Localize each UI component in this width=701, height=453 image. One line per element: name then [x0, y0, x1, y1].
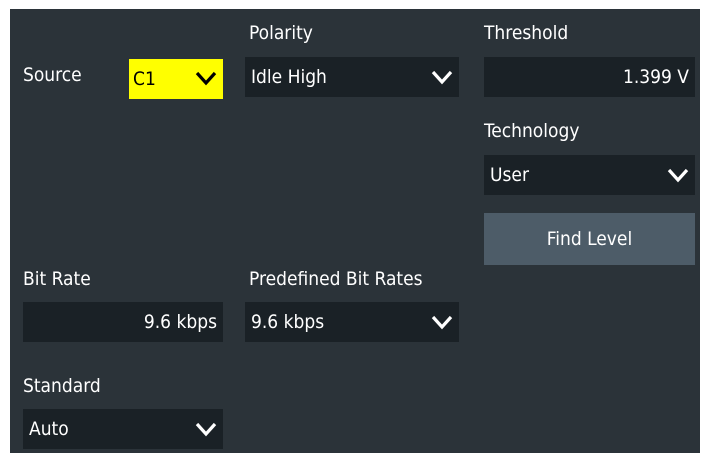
- bit-rate-value: 9.6 kbps: [143, 311, 217, 333]
- chevron-down-icon: [195, 69, 217, 87]
- threshold-label: Threshold: [484, 22, 569, 44]
- technology-value: User: [490, 164, 529, 186]
- technology-select[interactable]: User: [484, 155, 695, 195]
- bit-rate-label: Bit Rate: [23, 268, 91, 290]
- chevron-down-icon: [667, 166, 689, 184]
- predefined-bit-rates-value: 9.6 kbps: [251, 311, 325, 333]
- predefined-bit-rates-label: Predefined Bit Rates: [249, 268, 423, 290]
- settings-panel: Source C1 Polarity Idle High Threshold 1…: [10, 9, 700, 453]
- polarity-label: Polarity: [249, 22, 313, 44]
- polarity-value: Idle High: [251, 66, 327, 88]
- source-value: C1: [133, 68, 156, 90]
- predefined-bit-rates-select[interactable]: 9.6 kbps: [245, 302, 459, 342]
- source-select[interactable]: C1: [129, 59, 223, 99]
- chevron-down-icon: [431, 68, 453, 86]
- chevron-down-icon: [195, 420, 217, 438]
- chevron-down-icon: [431, 313, 453, 331]
- polarity-select[interactable]: Idle High: [245, 57, 459, 97]
- find-level-button[interactable]: Find Level: [484, 213, 695, 265]
- standard-select[interactable]: Auto: [23, 409, 223, 449]
- threshold-input[interactable]: 1.399 V: [484, 57, 695, 97]
- standard-value: Auto: [29, 418, 69, 440]
- source-label: Source: [23, 64, 82, 86]
- bit-rate-input[interactable]: 9.6 kbps: [23, 302, 223, 342]
- technology-label: Technology: [484, 120, 580, 142]
- standard-label: Standard: [23, 375, 101, 397]
- threshold-value: 1.399 V: [622, 66, 689, 88]
